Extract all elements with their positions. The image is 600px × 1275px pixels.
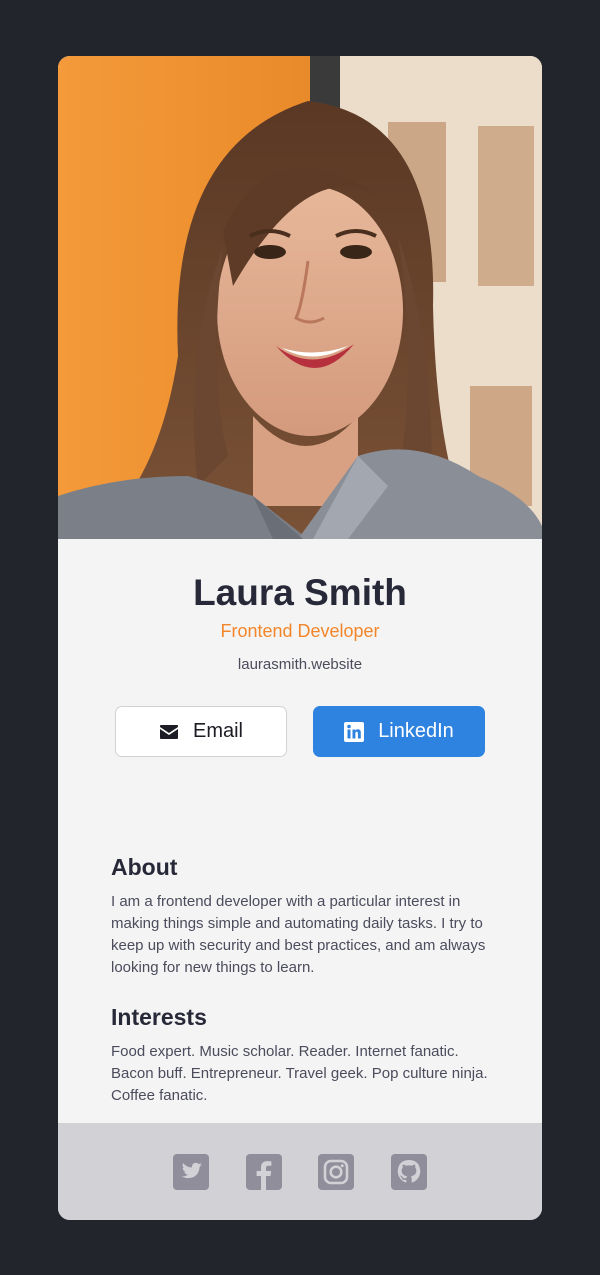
facebook-icon[interactable] (246, 1154, 282, 1190)
twitter-icon[interactable] (173, 1154, 209, 1190)
profile-name: Laura Smith (193, 572, 407, 613)
instagram-icon[interactable] (318, 1154, 354, 1190)
email-button-label: Email (192, 720, 243, 742)
website-link[interactable]: laurasmith.website (58, 655, 542, 675)
about-text: I am a frontend developer with a particu… (111, 893, 486, 976)
interests-heading: Interests (111, 1004, 207, 1030)
about-heading: About (111, 854, 178, 880)
email-button[interactable]: Email (115, 706, 287, 757)
profile-card: Laura Smith Frontend Developer laurasmit… (58, 56, 542, 1220)
profile-photo (58, 56, 542, 539)
github-icon[interactable] (391, 1154, 427, 1190)
social-footer (58, 1123, 542, 1220)
linkedin-icon (344, 721, 365, 742)
linkedin-button[interactable]: LinkedIn (313, 706, 485, 757)
interests-text: Food expert. Music scholar. Reader. Inte… (111, 1043, 488, 1104)
envelope-icon (159, 724, 179, 740)
profile-role: Frontend Developer (220, 621, 380, 641)
profile-content: Laura Smith Frontend Developer laurasmit… (58, 539, 542, 1123)
linkedin-button-label: LinkedIn (378, 720, 454, 742)
